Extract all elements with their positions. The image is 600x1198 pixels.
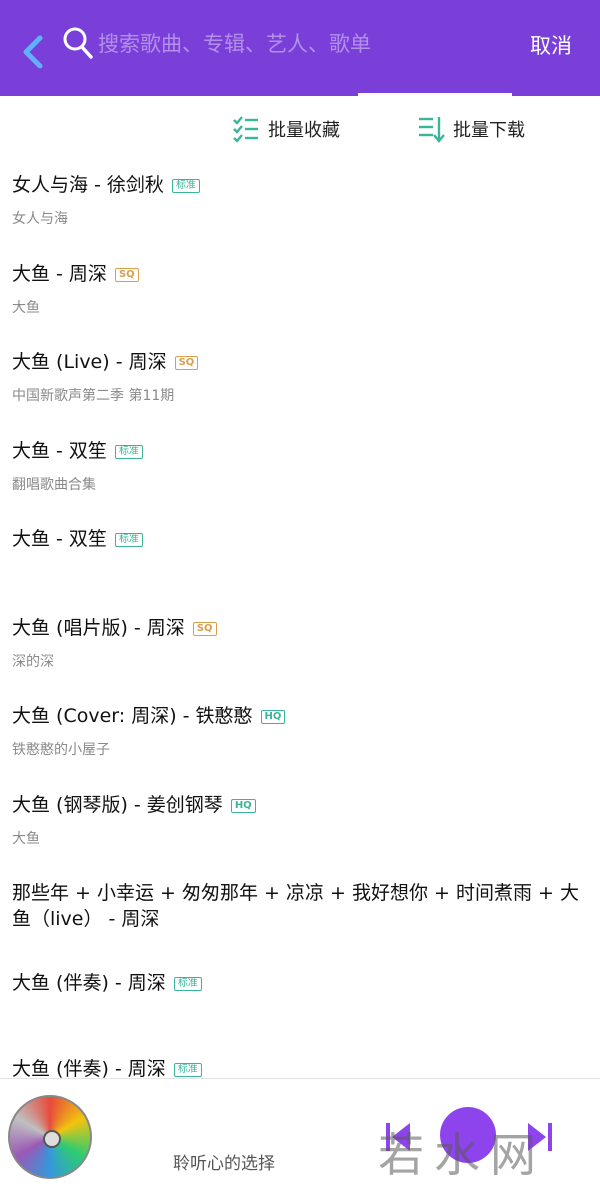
checklist-icon (233, 116, 258, 143)
batch-actions-bar: 批量收藏 批量下载 (0, 100, 600, 158)
song-title: 大鱼 (Cover: 周深) - 铁憨憨 HQ (12, 703, 286, 729)
song-title: 女人与海 - 徐剑秋 标准 (12, 172, 200, 198)
song-title-text: 大鱼 (伴奏) - 周深 (12, 972, 166, 994)
song-title: 大鱼 (唱片版) - 周深 SQ (12, 615, 217, 641)
song-title-text: 女人与海 - 徐剑秋 (12, 174, 164, 196)
tab-indicator (358, 93, 512, 97)
song-album: 女人与海 (12, 211, 68, 227)
quality-badge: SQ (114, 267, 139, 282)
song-row[interactable]: 大鱼 (Cover: 周深) - 铁憨憨 HQ 铁憨憨的小屋子 (0, 689, 600, 778)
quality-badge: 标准 (173, 977, 202, 991)
song-row[interactable]: 大鱼 (钢琴版) - 姜创钢琴 HQ 大鱼 (0, 778, 600, 867)
album-disc-icon[interactable] (8, 1095, 92, 1179)
mini-player: 聆听心的选择 若水网 (0, 1078, 600, 1198)
song-row[interactable]: 大鱼 - 周深 SQ 大鱼 (0, 247, 600, 336)
batch-download-button[interactable]: 批量下载 (417, 114, 525, 144)
quality-badge: HQ (230, 798, 256, 813)
song-row[interactable]: 那些年 + 小幸运 + 匆匆那年 + 凉凉 + 我好想你 + 时间煮雨 + 大鱼… (0, 866, 600, 956)
song-title-text: 大鱼 - 周深 (12, 262, 107, 285)
batch-favorite-label: 批量收藏 (268, 120, 340, 141)
song-title: 大鱼 (Live) - 周深 SQ (12, 349, 199, 375)
song-title-text: 大鱼 - 双笙 (12, 528, 107, 550)
song-row[interactable]: 大鱼 (唱片版) - 周深 SQ 深的深 (0, 601, 600, 690)
quality-badge: HQ (260, 710, 286, 724)
cancel-button[interactable]: 取消 (530, 30, 572, 60)
search-input[interactable] (98, 26, 498, 62)
song-title: 大鱼 - 双笙 标准 (12, 438, 143, 464)
song-title: 大鱼 (伴奏) - 周深 标准 (12, 970, 202, 996)
quality-badge: SQ (192, 621, 217, 636)
song-row[interactable]: 大鱼 - 双笙 标准 翻唱歌曲合集 (0, 424, 600, 513)
quality-badge: SQ (174, 356, 199, 370)
song-title: 大鱼 (钢琴版) - 姜创钢琴 HQ (12, 792, 256, 818)
song-title-text: 那些年 + 小幸运 + 匆匆那年 + 凉凉 + 我好想你 + 时间煮雨 + 大鱼… (12, 882, 579, 930)
song-title: 大鱼 (伴奏) - 周深 标准 (12, 1056, 202, 1078)
song-album: 深的深 (12, 653, 54, 670)
top-bar: 取消 (0, 0, 600, 97)
back-arrow-icon[interactable] (18, 32, 48, 72)
batch-download-label: 批量下载 (453, 120, 525, 141)
song-row[interactable]: 大鱼 (Live) - 周深 SQ 中国新歌声第二季 第11期 (0, 335, 600, 424)
song-title-text: 大鱼 (伴奏) - 周深 (12, 1058, 166, 1078)
batch-favorite-button[interactable]: 批量收藏 (232, 114, 340, 144)
quality-badge: 标准 (173, 1063, 202, 1077)
song-title: 大鱼 - 双笙 标准 (12, 526, 143, 552)
search-icon (63, 27, 93, 59)
song-title-text: 大鱼 (钢琴版) - 姜创钢琴 (12, 793, 223, 816)
song-album: 中国新歌声第二季 第11期 (12, 388, 175, 404)
download-list-icon (419, 117, 445, 143)
quality-badge: 标准 (114, 444, 143, 459)
song-title-text: 大鱼 (Live) - 周深 (12, 351, 167, 373)
song-row[interactable]: 大鱼 - 双笙 标准 (0, 512, 600, 601)
quality-badge: 标准 (171, 179, 200, 193)
song-album: 大鱼 (12, 299, 40, 316)
song-title-text: 大鱼 - 双笙 (12, 439, 107, 462)
song-album: 大鱼 (12, 830, 40, 847)
song-title-text: 大鱼 (唱片版) - 周深 (12, 616, 185, 639)
song-row[interactable]: 女人与海 - 徐剑秋 标准 女人与海 (0, 158, 600, 247)
quality-badge: 标准 (114, 533, 143, 547)
song-row[interactable]: 大鱼 (伴奏) - 周深 标准 (0, 956, 600, 1042)
song-title: 大鱼 - 周深 SQ (12, 261, 139, 287)
watermark: 若水网 (378, 1128, 546, 1182)
now-playing-text: 聆听心的选择 (173, 1154, 275, 1174)
song-album: 翻唱歌曲合集 (12, 476, 96, 493)
song-list[interactable]: 女人与海 - 徐剑秋 标准 女人与海 大鱼 - 周深 SQ 大鱼 大鱼 (Live)… (0, 158, 600, 1078)
song-album: 铁憨憨的小屋子 (12, 742, 110, 758)
song-row[interactable]: 大鱼 (伴奏) - 周深 标准 (0, 1042, 600, 1078)
song-title-text: 大鱼 (Cover: 周深) - 铁憨憨 (12, 705, 253, 727)
